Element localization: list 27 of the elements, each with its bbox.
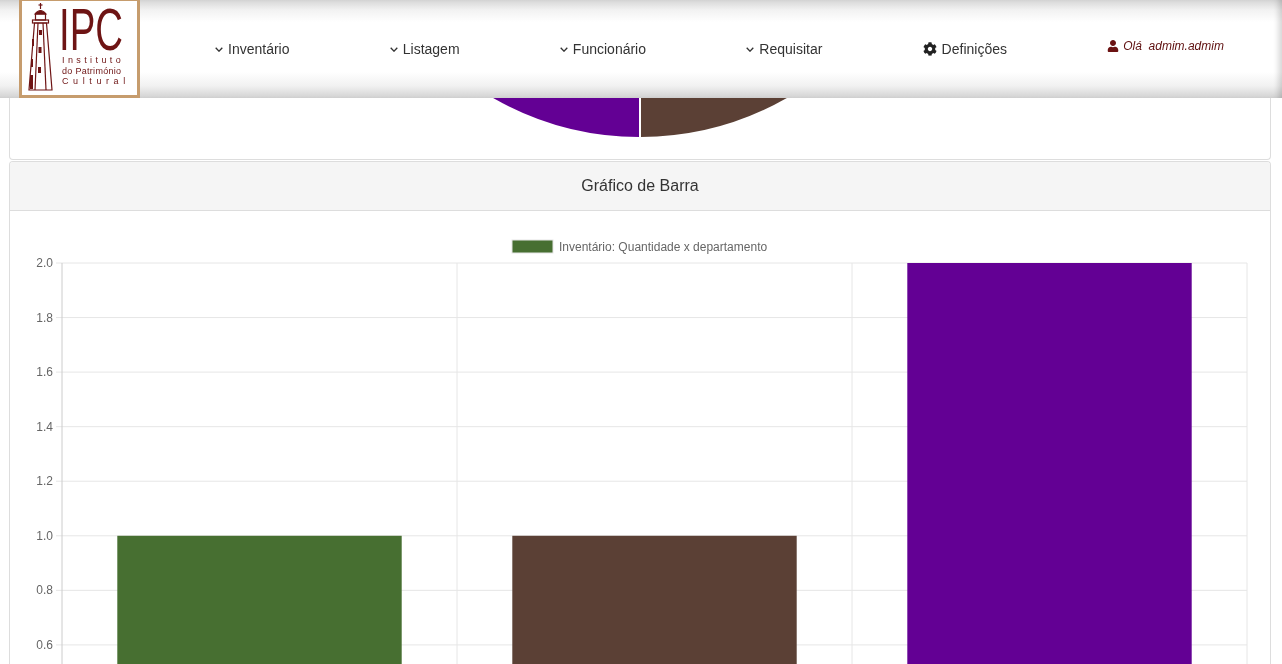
- user-icon: [1107, 40, 1120, 52]
- nav-menu-link[interactable]: Requisitar: [746, 41, 823, 57]
- logo-text: Cultural: [62, 76, 130, 87]
- settings-icon: [922, 42, 937, 56]
- y-tick-label: 2.0: [36, 256, 53, 270]
- user-greeting-link[interactable]: Olá admim.admim: [1107, 39, 1224, 53]
- y-tick-label: 0.8: [36, 583, 53, 598]
- nav-menu-link[interactable]: Funcionário: [559, 41, 646, 57]
- logo-text: Instituto: [62, 55, 125, 66]
- y-tick-label: 1.0: [36, 528, 53, 543]
- y-tick-label: 1.2: [36, 474, 53, 489]
- nav-menu-link[interactable]: Listagem: [389, 41, 460, 57]
- card-title: Gráfico de Barra: [581, 177, 699, 195]
- chevron-down-icon: [389, 46, 398, 52]
- nav-menu-link[interactable]: Definições: [922, 41, 1007, 57]
- y-tick-label: 1.8: [36, 310, 53, 325]
- y-tick-label: 1.6: [36, 365, 53, 380]
- legend-label: Inventário: Quantidade x departamento: [559, 240, 768, 254]
- lighthouse-icon: [26, 3, 55, 91]
- chevron-down-icon: [559, 46, 568, 52]
- chevron-down-icon: [746, 46, 755, 52]
- logo-text: do Património: [62, 65, 122, 76]
- y-tick-label: 0.6: [36, 637, 53, 652]
- y-tick-label: 1.4: [36, 419, 53, 434]
- nav-menu-link[interactable]: Inventário: [215, 41, 290, 57]
- chevron-down-icon: [215, 46, 223, 52]
- logo-initials: IPC: [59, 5, 123, 55]
